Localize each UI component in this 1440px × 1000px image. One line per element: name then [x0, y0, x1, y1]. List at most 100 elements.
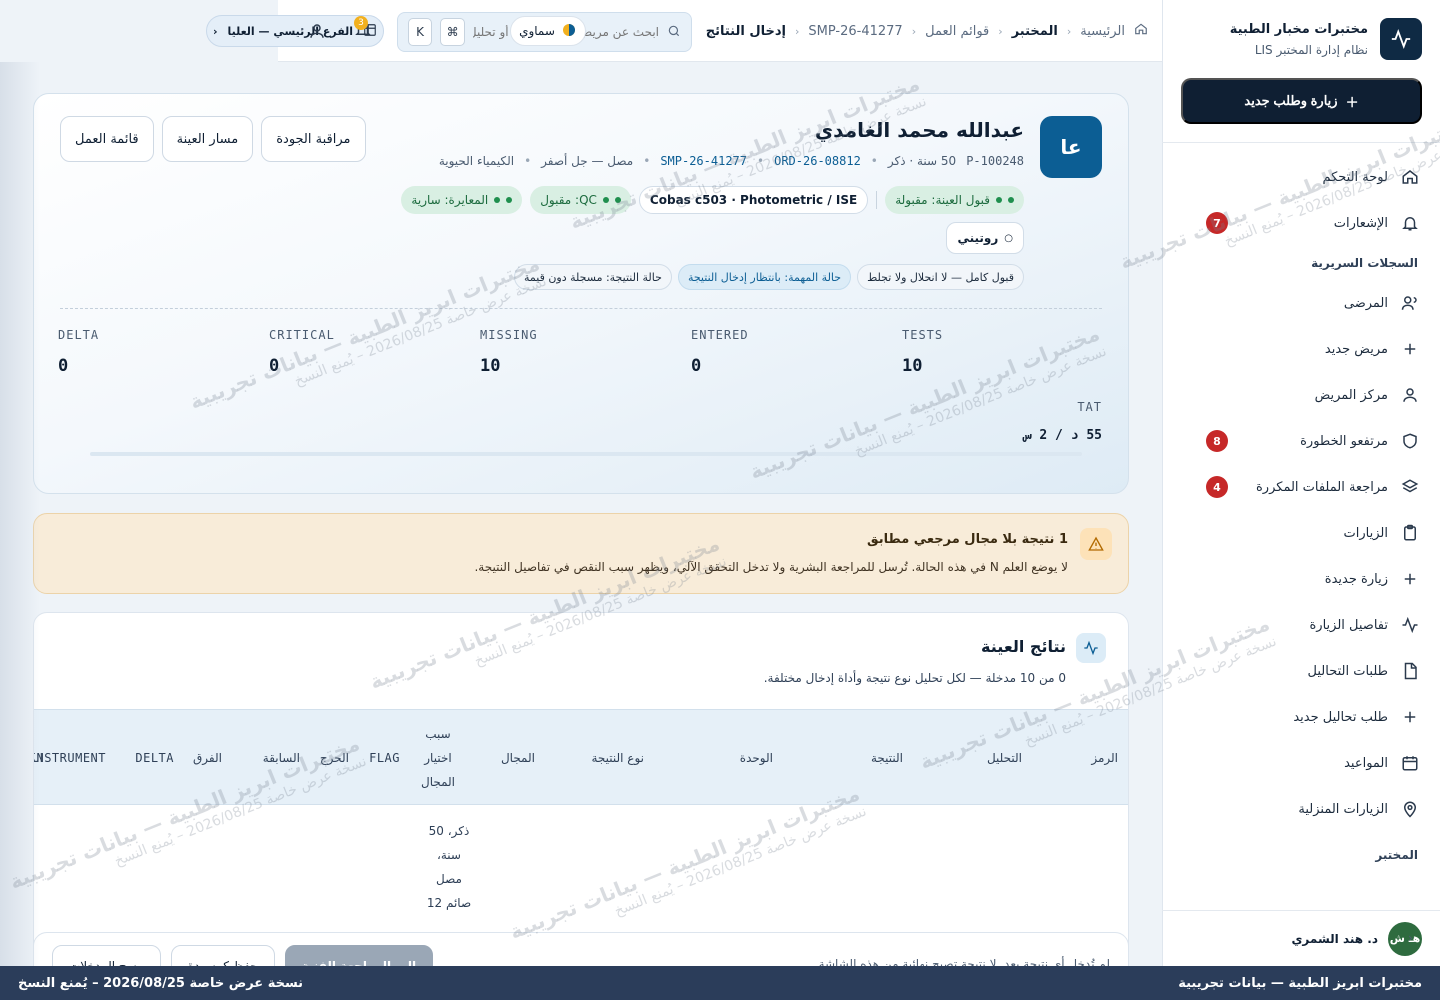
user-icon	[308, 24, 326, 44]
plus-icon: ＋	[1345, 94, 1359, 110]
department: الكيمياء الحيوية	[438, 154, 515, 168]
sidebar-item-patient-center[interactable]: مركز المريض	[1162, 372, 1440, 418]
user-icon	[1400, 385, 1420, 405]
map-pin-icon	[1400, 799, 1420, 819]
sidebar-item-label: الإشعارات	[1333, 215, 1388, 231]
sidebar-item-dashboard[interactable]: لوحة التحكم	[1162, 154, 1440, 200]
reference-range-alert: 1 نتيجة بلا مجال مرجعي مطابق لا يوضع الع…	[33, 513, 1129, 594]
sidebar-item-label: المواعيد	[1344, 755, 1388, 771]
divider	[60, 308, 1102, 309]
sidebar-item-home-visits[interactable]: الزيارات المنزلية	[1162, 786, 1440, 832]
col-range: المجال	[500, 751, 535, 765]
home-icon[interactable]	[1134, 22, 1148, 40]
col-instrument: INSTRUMENT	[33, 751, 106, 765]
patient-card: عا عبدالله محمد الغامدي P-100248 50 سنة …	[33, 93, 1129, 494]
theme-label: سماوي	[519, 24, 555, 38]
breadcrumb-lab[interactable]: المختبر	[1012, 24, 1058, 39]
col-previous: السابقة	[262, 751, 300, 765]
tat-progress	[90, 452, 1082, 456]
theme-selector[interactable]: سماوي	[510, 16, 586, 46]
breadcrumb-separator: ‹	[998, 24, 1003, 38]
acceptance-chip: قبول العينة: مقبولة	[885, 186, 1024, 214]
order-number[interactable]: ORD-26-08812	[774, 154, 861, 168]
task-status-tag: حالة المهمة: بانتظار إدخال النتيجة	[677, 264, 852, 290]
topbar: الرئيسية ‹ المختبر ‹ قوائم العمل ‹ SMP-2…	[206, 0, 1162, 62]
sidebar-item-label: طلبات التحاليل	[1307, 663, 1388, 679]
patient-id[interactable]: P-100248	[966, 154, 1024, 168]
file-icon	[1400, 661, 1420, 681]
sidebar-item-patients[interactable]: المرضى	[1162, 280, 1440, 326]
sidebar-item-label: طلب تحاليل جديد	[1293, 709, 1388, 725]
sidebar-item-test-orders[interactable]: طلبات التحاليل	[1162, 648, 1440, 694]
patient-actions: قائمة العمل مسار العينة مراقبة الجودة	[60, 116, 366, 162]
stat-missing: MISSING 10	[480, 328, 538, 376]
results-card: نتائج العينة 0 من 10 مدخلة — لكل تحليل ن…	[33, 612, 1129, 972]
shield-icon	[1400, 431, 1420, 451]
home-icon	[1400, 167, 1420, 187]
sidebar-item-label: الزيارات المنزلية	[1298, 801, 1388, 817]
results-subtitle: 0 من 10 مدخلة — لكل تحليل نوع نتيجة وأدا…	[763, 671, 1066, 685]
watermark-footer-right: مختبرات ابريز الطبية — بيانات تجريبية	[1178, 975, 1422, 991]
qc-chip: QC: مقبول	[530, 186, 631, 214]
chevron-left-icon[interactable]: ‹	[1408, 931, 1413, 945]
breadcrumb-home[interactable]: الرئيسية	[1080, 24, 1125, 39]
sidebar-item-label: مراجعة الملفات المكررة	[1256, 479, 1388, 495]
alert-title: 1 نتيجة بلا مجال مرجعي مطابق	[867, 532, 1068, 547]
breadcrumb-separator: ‹	[795, 24, 800, 38]
col-delta: DELTA	[135, 751, 174, 765]
brand-subtitle: نظام إدارة المختبر LIS	[1254, 42, 1368, 57]
notifications-button[interactable]: 3	[348, 16, 372, 44]
worklist-button[interactable]: قائمة العمل	[60, 116, 154, 162]
breadcrumb: الرئيسية ‹ المختبر ‹ قوائم العمل ‹ SMP-2…	[706, 22, 1148, 40]
branch-label: الفرع الرئيسي — العليا	[227, 24, 354, 38]
sidebar-divider	[1162, 142, 1440, 143]
instrument-chip: Cobas c503 · Photometric / ISE	[638, 186, 869, 214]
breadcrumb-sample[interactable]: SMP-26-41277	[808, 24, 902, 39]
theme-icon	[561, 22, 577, 41]
sample-number[interactable]: SMP-26-41277	[660, 154, 747, 168]
warning-icon	[1080, 528, 1112, 560]
calendar-icon	[1400, 753, 1420, 773]
new-visit-label: زيارة وطلب جديد	[1244, 93, 1338, 108]
sidebar-item-label: مريض جديد	[1324, 341, 1388, 357]
plus-icon	[1400, 707, 1420, 727]
watermark-footer: مختبرات ابريز الطبية — بيانات تجريبية نس…	[0, 966, 1440, 1000]
sidebar-item-appointments[interactable]: المواعيد	[1162, 740, 1440, 786]
profile-button[interactable]	[308, 22, 326, 44]
notification-count: 3	[354, 16, 368, 30]
sidebar-item-duplicate-review[interactable]: مراجعة الملفات المكررة 4	[1162, 464, 1440, 510]
nav-section-lab: المختبر	[1375, 848, 1418, 862]
col-flag: FLAG	[369, 751, 400, 765]
sidebar-item-new-patient[interactable]: مريض جديد	[1162, 326, 1440, 372]
sidebar-item-high-risk[interactable]: مرتفعو الخطورة 8	[1162, 418, 1440, 464]
brand[interactable]: مختبرات مخبار الطبية نظام إدارة المختبر …	[1230, 18, 1422, 60]
breadcrumb-separator: ‹	[911, 24, 917, 38]
calibration-chip: المعايرة: سارية	[401, 186, 523, 214]
current-user[interactable]: هـ ش د. هند الشمري ‹	[1162, 910, 1440, 966]
scroll-fade	[0, 62, 40, 966]
stat-entered: ENTERED 0	[691, 328, 749, 376]
sidebar-item-notifications[interactable]: الإشعارات 7	[1162, 200, 1440, 246]
sidebar-item-new-test-order[interactable]: طلب تحاليل جديد	[1162, 694, 1440, 740]
col-critical: الحرج	[319, 751, 349, 765]
sidebar-item-new-visit[interactable]: زيارة جديدة	[1162, 556, 1440, 602]
breadcrumb-worklists[interactable]: قوائم العمل	[925, 24, 989, 39]
sidebar-item-label: المرضى	[1343, 295, 1388, 311]
clipboard-icon	[1400, 523, 1420, 543]
col-range-reason: سبب اختيار المجال	[420, 727, 456, 789]
new-visit-button[interactable]: ＋ زيارة وطلب جديد	[1181, 78, 1422, 124]
col-unit: الوحدة	[739, 751, 773, 765]
plus-icon	[1400, 569, 1420, 589]
bell-icon	[1400, 213, 1420, 233]
patient-avatar: عا	[1040, 116, 1102, 178]
quality-control-button[interactable]: مراقبة الجودة	[261, 116, 366, 162]
sidebar: مختبرات مخبار الطبية نظام إدارة المختبر …	[1162, 0, 1440, 1000]
sidebar-item-visit-details[interactable]: تفاصيل الزيارة	[1162, 602, 1440, 648]
sample-path-button[interactable]: مسار العينة	[161, 116, 254, 162]
tat-value: 55 د / 2 س	[1023, 428, 1102, 443]
sidebar-item-visits[interactable]: الزيارات	[1162, 510, 1440, 556]
sample-tags: قبول كامل — لا انحلال ولا تجلط حالة المه…	[514, 264, 1024, 290]
nav-section-clinical: السجلات السريرية	[1311, 256, 1418, 270]
layers-icon	[1400, 477, 1420, 497]
brand-logo-icon	[1380, 18, 1422, 60]
